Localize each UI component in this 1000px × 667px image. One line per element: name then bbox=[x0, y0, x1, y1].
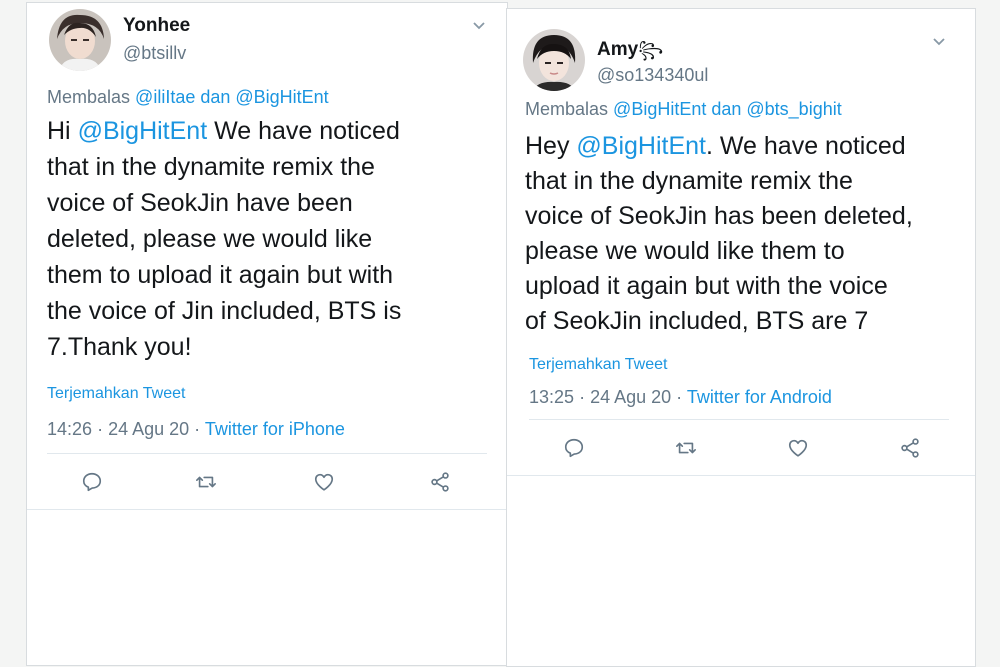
reply-prefix: Membalas bbox=[525, 99, 609, 119]
divider bbox=[47, 453, 487, 454]
share-icon bbox=[901, 438, 919, 458]
reply-mentions-link[interactable]: @iliItae dan @BigHitEnt bbox=[135, 87, 329, 107]
tweet-line: voice of SeokJin have been bbox=[47, 189, 353, 217]
translate-tweet-link[interactable]: Terjemahkan Tweet bbox=[47, 385, 185, 403]
translate-tweet-link[interactable]: Terjemahkan Tweet bbox=[529, 356, 667, 374]
tweet-meta: 13:25 · 24 Agu 20 · Twitter for Android bbox=[529, 387, 832, 407]
tweet-line: them to upload it again but with bbox=[47, 261, 394, 289]
divider bbox=[507, 475, 975, 476]
like-icon bbox=[788, 439, 808, 457]
reply-mentions-link[interactable]: @BigHitEnt dan @bts_bighit bbox=[613, 99, 842, 119]
reply-button[interactable] bbox=[79, 469, 105, 495]
tweet-time: 14:26 bbox=[47, 419, 93, 439]
like-button[interactable] bbox=[785, 435, 811, 461]
like-button[interactable] bbox=[311, 469, 337, 495]
tweet-text: Hi @BigHitEnt We have noticed that in th… bbox=[47, 113, 401, 365]
reply-button[interactable] bbox=[561, 435, 587, 461]
tweet-line: upload it again but with the voice bbox=[525, 272, 888, 300]
divider bbox=[27, 509, 507, 510]
tweet-source-link[interactable]: Twitter for Android bbox=[687, 387, 832, 407]
reply-icon bbox=[82, 472, 102, 492]
retweet-button[interactable] bbox=[193, 469, 219, 495]
tweet-line: that in the dynamite remix the bbox=[525, 167, 853, 195]
name-emoji: ꧂ bbox=[638, 42, 664, 59]
avatar[interactable] bbox=[49, 9, 111, 71]
divider bbox=[529, 419, 949, 420]
tweet-line: of SeokJin included, BTS are 7 bbox=[525, 307, 869, 335]
share-button[interactable] bbox=[897, 435, 923, 461]
tweet-line: Hey @BigHitEnt. We have noticed bbox=[525, 132, 906, 160]
like-icon bbox=[314, 473, 334, 491]
reply-context: Membalas @iliItae dan @BigHitEnt bbox=[47, 87, 329, 108]
display-name[interactable]: Yonhee bbox=[123, 15, 190, 37]
tweet-time: 13:25 bbox=[529, 387, 575, 407]
tweet-source-link[interactable]: Twitter for iPhone bbox=[205, 419, 345, 439]
retweet-icon bbox=[676, 442, 696, 454]
tweet-date[interactable]: 24 Agu 20 bbox=[108, 419, 189, 439]
tweet-line: Hi @BigHitEnt We have noticed bbox=[47, 117, 400, 145]
tweet-card-amy[interactable]: Amy꧂ @so134340ul Membalas @BigHitEnt dan… bbox=[506, 8, 976, 667]
tweet-line: please we would like them to bbox=[525, 237, 845, 265]
tweet-line: that in the dynamite remix the bbox=[47, 153, 375, 181]
avatar[interactable] bbox=[523, 29, 585, 91]
retweet-icon bbox=[196, 476, 216, 488]
retweet-button[interactable] bbox=[673, 435, 699, 461]
tweet-card-yonhee[interactable]: Yonhee @btsillv Membalas @iliItae dan @B… bbox=[26, 2, 508, 666]
share-button[interactable] bbox=[427, 469, 453, 495]
chevron-down-icon[interactable] bbox=[931, 33, 947, 49]
share-icon bbox=[431, 472, 449, 492]
tweet-text: Hey @BigHitEnt. We have noticed that in … bbox=[525, 129, 913, 339]
tweet-line: deleted, please we would like bbox=[47, 225, 373, 253]
tweet-date[interactable]: 24 Agu 20 bbox=[590, 387, 671, 407]
user-handle[interactable]: @btsillv bbox=[123, 43, 186, 64]
mention-link[interactable]: @BigHitEnt bbox=[78, 117, 208, 145]
user-handle[interactable]: @so134340ul bbox=[597, 65, 708, 86]
tweet-line: voice of SeokJin has been deleted, bbox=[525, 202, 913, 230]
tweet-line: the voice of Jin included, BTS is bbox=[47, 297, 402, 325]
reply-icon bbox=[564, 438, 584, 458]
tweet-line: 7.Thank you! bbox=[47, 333, 192, 361]
mention-link[interactable]: @BigHitEnt bbox=[576, 132, 706, 160]
reply-context: Membalas @BigHitEnt dan @bts_bighit bbox=[525, 99, 842, 120]
chevron-down-icon[interactable] bbox=[471, 17, 487, 33]
tweet-meta: 14:26 · 24 Agu 20 · Twitter for iPhone bbox=[47, 419, 345, 439]
reply-prefix: Membalas bbox=[47, 87, 131, 107]
